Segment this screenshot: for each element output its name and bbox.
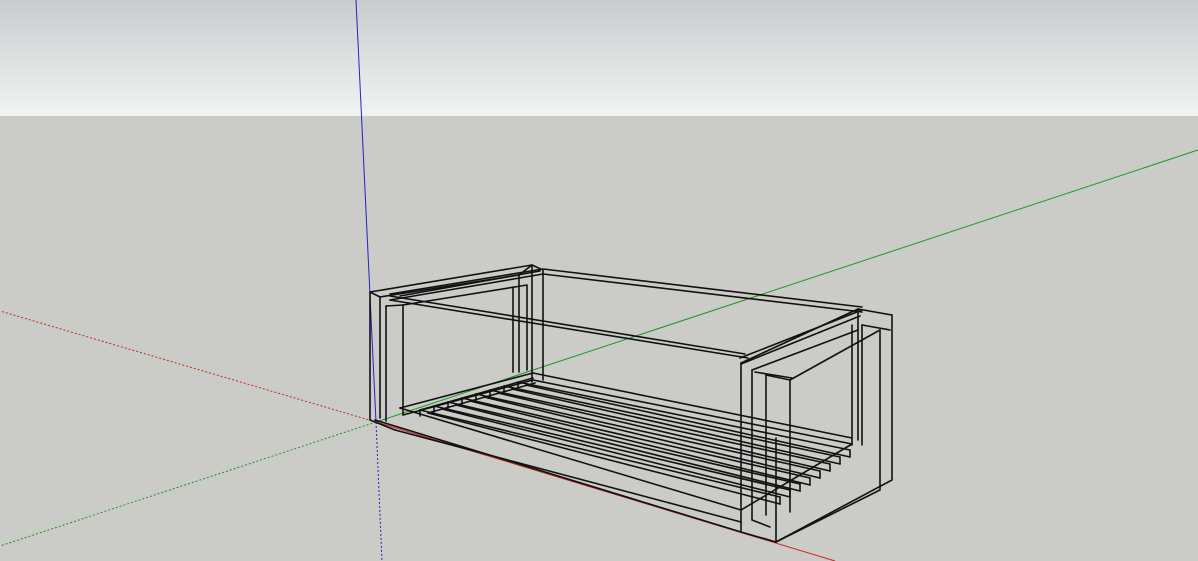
red-axis-negative (0, 310, 377, 423)
top-rails[interactable] (389, 268, 863, 365)
blue-axis-positive (355, 0, 377, 423)
floor-slats[interactable] (419, 377, 851, 505)
3d-scene[interactable] (0, 0, 1198, 561)
blue-axis-negative (375, 421, 383, 561)
green-axis-negative (0, 421, 377, 547)
modeling-viewport[interactable] (0, 0, 1198, 561)
table-model[interactable] (369, 264, 893, 543)
